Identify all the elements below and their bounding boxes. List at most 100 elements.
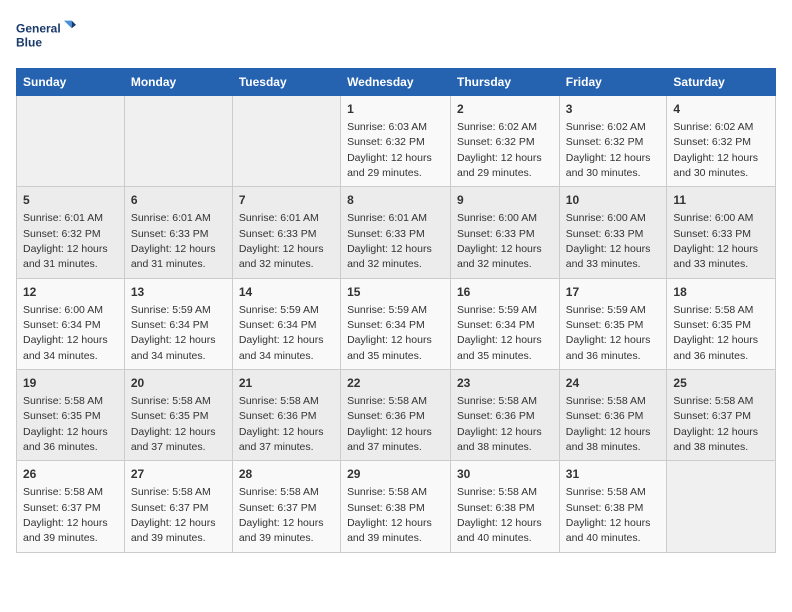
day-info: Sunrise: 6:00 AM Sunset: 6:34 PM Dayligh…: [23, 304, 108, 362]
day-info: Sunrise: 6:02 AM Sunset: 6:32 PM Dayligh…: [457, 121, 542, 179]
week-row-2: 5Sunrise: 6:01 AM Sunset: 6:32 PM Daylig…: [17, 187, 776, 278]
day-cell: 14Sunrise: 5:59 AM Sunset: 6:34 PM Dayli…: [232, 278, 340, 369]
day-cell: 15 Sunrise: 5:59 AM Sunset: 6:34 PM Dayli…: [341, 278, 451, 369]
day-number: 21: [239, 375, 334, 392]
day-cell: 17Sunrise: 5:59 AM Sunset: 6:35 PM Dayli…: [559, 278, 667, 369]
day-info: Sunrise: 6:01 AM Sunset: 6:32 PM Dayligh…: [23, 212, 108, 270]
day-cell: 28 Sunrise: 5:58 AM Sunset: 6:37 PM Dayli…: [232, 461, 340, 552]
day-cell: 16 Sunrise: 5:59 AM Sunset: 6:34 PM Dayli…: [451, 278, 560, 369]
svg-text:Blue: Blue: [16, 35, 42, 49]
day-info: Sunrise: 5:58 AM Sunset: 6:37 PM Dayligh…: [23, 486, 108, 544]
day-number: 25: [673, 375, 769, 392]
day-cell: [124, 96, 232, 187]
day-info: Sunrise: 6:02 AM Sunset: 6:32 PM Dayligh…: [673, 121, 758, 179]
day-info: Sunrise: 5:58 AM Sunset: 6:37 PM Dayligh…: [131, 486, 216, 544]
day-cell: 6 Sunrise: 6:01 AM Sunset: 6:33 PM Daylig…: [124, 187, 232, 278]
day-cell: 22 Sunrise: 5:58 AM Sunset: 6:36 PM Dayli…: [341, 370, 451, 461]
day-info: Sunrise: 6:02 AM Sunset: 6:32 PM Dayligh…: [566, 121, 651, 179]
day-info: Sunrise: 6:00 AM Sunset: 6:33 PM Dayligh…: [673, 212, 758, 270]
page-header: General Blue: [16, 16, 776, 56]
logo: General Blue: [16, 16, 76, 56]
day-cell: 18 Sunrise: 5:58 AM Sunset: 6:35 PM Dayli…: [667, 278, 776, 369]
day-number: 11: [673, 192, 769, 209]
day-cell: 3 Sunrise: 6:02 AM Sunset: 6:32 PM Daylig…: [559, 96, 667, 187]
day-cell: [232, 96, 340, 187]
day-info: Sunrise: 5:58 AM Sunset: 6:36 PM Dayligh…: [239, 395, 324, 453]
day-cell: 12 Sunrise: 6:00 AM Sunset: 6:34 PM Dayli…: [17, 278, 125, 369]
col-header-wednesday: Wednesday: [341, 69, 451, 96]
col-header-sunday: Sunday: [17, 69, 125, 96]
col-header-monday: Monday: [124, 69, 232, 96]
day-number: 16: [457, 284, 553, 301]
day-info: Sunrise: 5:58 AM Sunset: 6:38 PM Dayligh…: [566, 486, 651, 544]
day-number: 29: [347, 466, 444, 483]
day-number: 4: [673, 101, 769, 118]
week-row-1: 1Sunrise: 6:03 AM Sunset: 6:32 PM Daylig…: [17, 96, 776, 187]
day-cell: [667, 461, 776, 552]
day-info: Sunrise: 6:01 AM Sunset: 6:33 PM Dayligh…: [131, 212, 216, 270]
calendar-table: SundayMondayTuesdayWednesdayThursdayFrid…: [16, 68, 776, 553]
day-number: 18: [673, 284, 769, 301]
day-cell: 10 Sunrise: 6:00 AM Sunset: 6:33 PM Dayli…: [559, 187, 667, 278]
day-info: Sunrise: 5:58 AM Sunset: 6:36 PM Dayligh…: [347, 395, 432, 453]
day-number: 8: [347, 192, 444, 209]
day-cell: 8 Sunrise: 6:01 AM Sunset: 6:33 PM Daylig…: [341, 187, 451, 278]
day-number: 15: [347, 284, 444, 301]
day-number: 23: [457, 375, 553, 392]
day-number: 6: [131, 192, 226, 209]
day-header-row: SundayMondayTuesdayWednesdayThursdayFrid…: [17, 69, 776, 96]
week-row-5: 26 Sunrise: 5:58 AM Sunset: 6:37 PM Dayli…: [17, 461, 776, 552]
day-cell: 31 Sunrise: 5:58 AM Sunset: 6:38 PM Dayli…: [559, 461, 667, 552]
day-number: 22: [347, 375, 444, 392]
day-info: Sunrise: 5:58 AM Sunset: 6:37 PM Dayligh…: [239, 486, 324, 544]
svg-text:General: General: [16, 22, 61, 36]
col-header-thursday: Thursday: [451, 69, 560, 96]
day-number: 17: [566, 284, 661, 301]
day-info: Sunrise: 5:59 AM Sunset: 6:34 PM Dayligh…: [347, 304, 432, 362]
day-cell: 4 Sunrise: 6:02 AM Sunset: 6:32 PM Daylig…: [667, 96, 776, 187]
day-info: Sunrise: 6:03 AM Sunset: 6:32 PM Dayligh…: [347, 121, 432, 179]
day-number: 27: [131, 466, 226, 483]
day-info: Sunrise: 5:58 AM Sunset: 6:36 PM Dayligh…: [457, 395, 542, 453]
day-number: 7: [239, 192, 334, 209]
col-header-tuesday: Tuesday: [232, 69, 340, 96]
col-header-friday: Friday: [559, 69, 667, 96]
day-cell: 19Sunrise: 5:58 AM Sunset: 6:35 PM Dayli…: [17, 370, 125, 461]
day-cell: 26 Sunrise: 5:58 AM Sunset: 6:37 PM Dayli…: [17, 461, 125, 552]
day-number: 24: [566, 375, 661, 392]
day-cell: 21 Sunrise: 5:58 AM Sunset: 6:36 PM Dayli…: [232, 370, 340, 461]
day-cell: 30 Sunrise: 5:58 AM Sunset: 6:38 PM Dayli…: [451, 461, 560, 552]
day-info: Sunrise: 5:58 AM Sunset: 6:38 PM Dayligh…: [347, 486, 432, 544]
day-number: 2: [457, 101, 553, 118]
day-cell: 11 Sunrise: 6:00 AM Sunset: 6:33 PM Dayli…: [667, 187, 776, 278]
day-cell: 5Sunrise: 6:01 AM Sunset: 6:32 PM Daylig…: [17, 187, 125, 278]
day-info: Sunrise: 6:00 AM Sunset: 6:33 PM Dayligh…: [457, 212, 542, 270]
day-info: Sunrise: 6:00 AM Sunset: 6:33 PM Dayligh…: [566, 212, 651, 270]
day-number: 12: [23, 284, 118, 301]
day-number: 26: [23, 466, 118, 483]
day-cell: 9Sunrise: 6:00 AM Sunset: 6:33 PM Daylig…: [451, 187, 560, 278]
day-info: Sunrise: 5:59 AM Sunset: 6:34 PM Dayligh…: [131, 304, 216, 362]
day-number: 28: [239, 466, 334, 483]
day-number: 20: [131, 375, 226, 392]
day-info: Sunrise: 5:59 AM Sunset: 6:34 PM Dayligh…: [457, 304, 542, 362]
day-info: Sunrise: 5:58 AM Sunset: 6:37 PM Dayligh…: [673, 395, 758, 453]
day-number: 19: [23, 375, 118, 392]
day-info: Sunrise: 5:58 AM Sunset: 6:38 PM Dayligh…: [457, 486, 542, 544]
day-number: 31: [566, 466, 661, 483]
day-number: 13: [131, 284, 226, 301]
day-cell: [17, 96, 125, 187]
day-number: 3: [566, 101, 661, 118]
day-info: Sunrise: 5:58 AM Sunset: 6:35 PM Dayligh…: [131, 395, 216, 453]
day-cell: 23 Sunrise: 5:58 AM Sunset: 6:36 PM Dayli…: [451, 370, 560, 461]
day-cell: 1Sunrise: 6:03 AM Sunset: 6:32 PM Daylig…: [341, 96, 451, 187]
day-cell: 29 Sunrise: 5:58 AM Sunset: 6:38 PM Dayli…: [341, 461, 451, 552]
day-info: Sunrise: 5:58 AM Sunset: 6:35 PM Dayligh…: [673, 304, 758, 362]
day-number: 10: [566, 192, 661, 209]
week-row-4: 19 Sunrise: 5:58 AM Sunset: 6:35 PM Dayli…: [17, 370, 776, 461]
day-info: Sunrise: 6:01 AM Sunset: 6:33 PM Dayligh…: [347, 212, 432, 270]
day-cell: 2 Sunrise: 6:02 AM Sunset: 6:32 PM Daylig…: [451, 96, 560, 187]
col-header-saturday: Saturday: [667, 69, 776, 96]
day-number: 30: [457, 466, 553, 483]
day-cell: 27 Sunrise: 5:58 AM Sunset: 6:37 PM Dayli…: [124, 461, 232, 552]
